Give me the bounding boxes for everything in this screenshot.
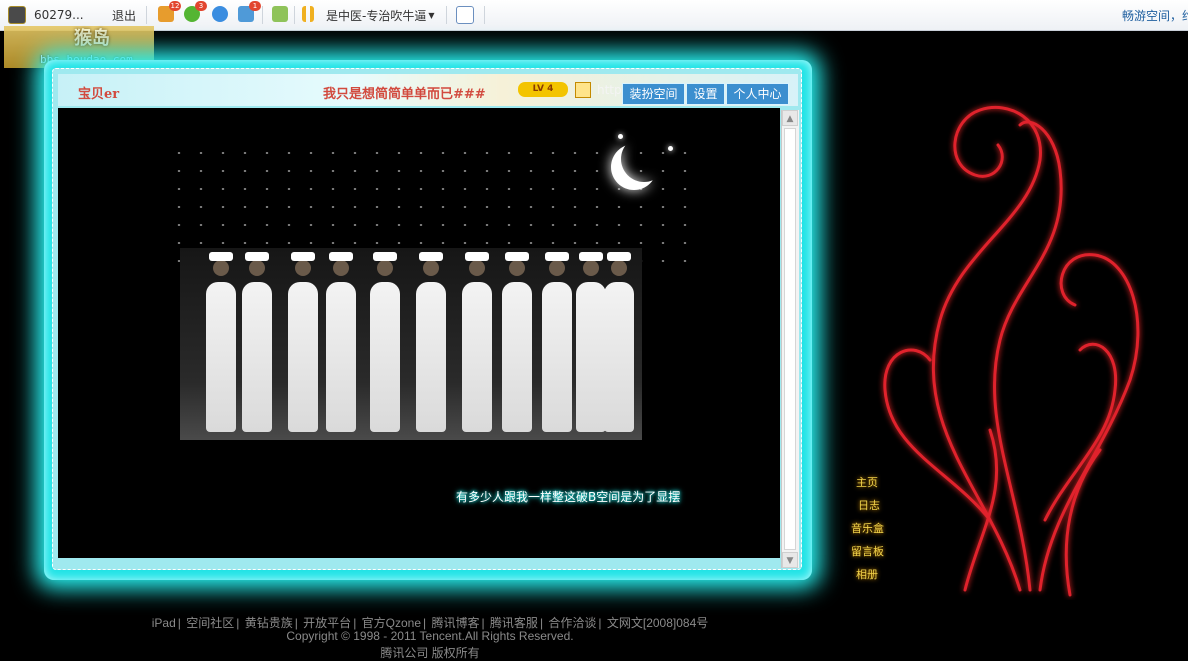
mail-icon[interactable]: 1 (238, 1, 261, 22)
globe-icon[interactable] (212, 6, 228, 22)
settings-button[interactable]: 设置 (686, 83, 725, 105)
switch-icon[interactable] (272, 6, 288, 22)
pause-icon[interactable] (302, 6, 314, 22)
space-header: 宝贝er 我只是想简简单单而已### LV 4 http 装扮空间 设置 个人中… (58, 74, 798, 106)
nav-message-board[interactable]: 留言板 (850, 543, 884, 566)
edit-note-icon[interactable] (456, 6, 474, 24)
nav-blog[interactable]: 日志 (850, 497, 884, 520)
scroll-down-icon[interactable]: ▼ (782, 552, 798, 568)
toolbar-divider (294, 6, 295, 24)
top-toolbar: 60279... 退出 12 3 1 是中医-专治吹牛逼 ▼ 畅游空间，约 (0, 0, 1188, 31)
scroll-up-icon[interactable]: ▲ (782, 110, 798, 126)
footer-link-open-platform[interactable]: 开放平台 (303, 616, 351, 630)
marquee-text[interactable]: 是中医-专治吹牛逼 ▼ (326, 0, 435, 30)
space-content: 有多少人跟我一样整这破B空间是为了显摆 (58, 108, 780, 558)
chevron-down-icon: ▼ (428, 10, 435, 20)
toolbar-divider (484, 6, 485, 24)
moon-icon (621, 136, 667, 182)
toolbar-divider (446, 6, 447, 24)
toolbar-divider (146, 6, 147, 24)
space-name[interactable]: 宝贝er (78, 83, 119, 102)
footer-license[interactable]: 文网文[2008]084号 (607, 616, 708, 630)
nav-music-box[interactable]: 音乐盒 (850, 520, 884, 543)
level-badge[interactable]: LV 4 (518, 82, 568, 97)
red-swirl-decoration (883, 105, 1140, 597)
footer-link-service[interactable]: 腾讯客服 (490, 616, 538, 630)
calendar-icon[interactable] (575, 82, 591, 98)
content-scrollbar[interactable]: ▲ ▼ (781, 110, 799, 568)
side-nav: 主页 日志 音乐盒 留言板 相册 (850, 474, 884, 589)
footer-link-ipad[interactable]: iPad (152, 616, 176, 630)
space-motto: 我只是想简简单单而已### (323, 87, 486, 102)
nav-home[interactable]: 主页 (850, 474, 884, 497)
footer-link-qzone[interactable]: 官方Qzone (362, 616, 421, 630)
personal-center-button[interactable]: 个人中心 (726, 83, 789, 105)
footer-company: 腾讯公司 版权所有 (380, 646, 480, 660)
footer-link-community[interactable]: 空间社区 (186, 616, 234, 630)
star-icon (618, 134, 623, 139)
page-footer: iPad | 空间社区 | 黄钻贵族 | 开放平台 | 官方Qzone | 腾讯博客 | 腾… (0, 614, 860, 660)
footer-links: iPad | 空间社区 | 黄钻贵族 | 开放平台 | 官方Qzone | 腾讯博客 | 腾… (151, 616, 709, 630)
scroll-thumb[interactable] (784, 128, 796, 550)
header-url-text: http (597, 83, 622, 97)
decorate-space-button[interactable]: 装扮空间 (622, 83, 685, 105)
space-link[interactable]: 畅游空间，约 (1122, 0, 1188, 30)
qzone-logo-icon[interactable] (8, 6, 26, 24)
footer-link-cooperation[interactable]: 合作洽谈 (548, 616, 596, 630)
toolbar-divider (262, 6, 263, 24)
glow-caption: 有多少人跟我一样整这破B空间是为了显摆 (456, 490, 681, 504)
footer-copyright: Copyright © 1998 - 2011 Tencent.All Righ… (286, 629, 574, 643)
banner-photo (180, 248, 642, 440)
footer-link-yellow-diamond[interactable]: 黄钻贵族 (245, 616, 293, 630)
star-icon (668, 146, 673, 151)
friends-icon[interactable]: 12 (158, 1, 181, 22)
clover-icon[interactable]: 3 (184, 1, 207, 22)
nav-album[interactable]: 相册 (850, 566, 884, 589)
footer-link-blog[interactable]: 腾讯博客 (431, 616, 479, 630)
